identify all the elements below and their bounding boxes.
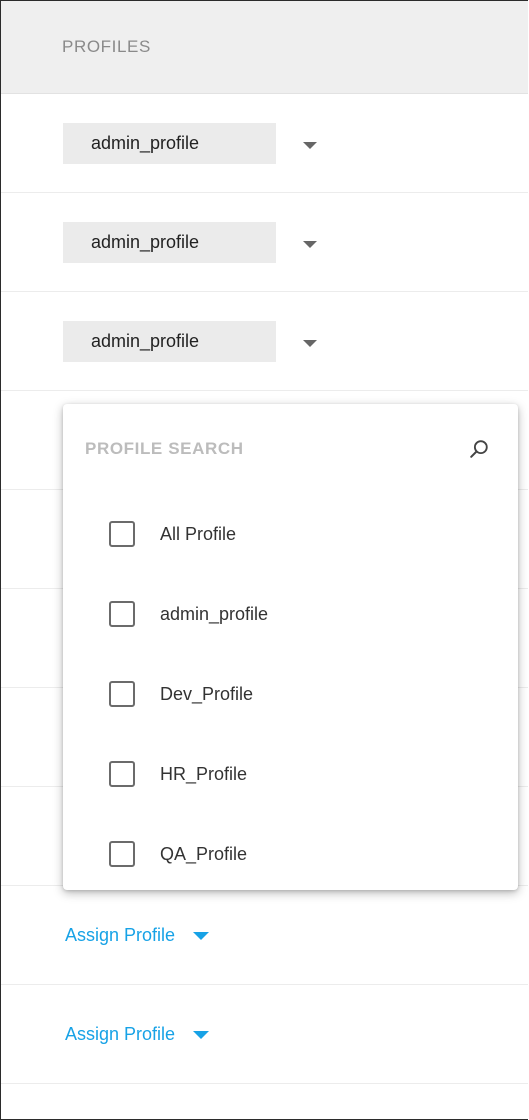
profiles-column-title: PROFILES (62, 37, 151, 56)
profile-row: Assign Profile (1, 985, 528, 1084)
profile-chip[interactable]: admin_profile (63, 320, 276, 362)
chevron-down-icon[interactable] (303, 240, 317, 248)
profile-chip-label: admin_profile (91, 231, 200, 252)
profile-chip-label: admin_profile (91, 330, 200, 351)
profile-option[interactable]: QA_Profile (63, 814, 518, 894)
option-checkbox[interactable] (109, 681, 135, 707)
option-label: QA_Profile (160, 843, 248, 864)
search-icon[interactable] (468, 438, 490, 460)
profile-row: admin_profile (1, 94, 528, 193)
chevron-down-icon[interactable] (193, 932, 210, 940)
chevron-down-icon[interactable] (303, 141, 317, 149)
profiles-header: PROFILES (1, 1, 528, 94)
profile-option[interactable]: admin_profile (63, 574, 518, 654)
profile-row: Assign Profile (1, 886, 528, 985)
option-checkbox[interactable] (109, 601, 135, 627)
chevron-down-icon[interactable] (303, 339, 317, 347)
profile-option[interactable]: HR_Profile (63, 734, 518, 814)
option-label: All Profile (160, 523, 237, 544)
option-checkbox[interactable] (109, 841, 135, 867)
assign-profile-link[interactable]: Assign Profile (65, 925, 175, 946)
profile-chip-label: admin_profile (91, 132, 200, 153)
option-label: admin_profile (160, 603, 269, 624)
chevron-down-icon[interactable] (193, 1031, 210, 1039)
profile-dropdown: All Profile admin_profile Dev_Profile HR… (63, 404, 518, 890)
profiles-panel: PROFILES admin_profile admin_profile adm… (0, 0, 528, 1120)
profile-search-input[interactable] (83, 438, 387, 460)
option-label: Dev_Profile (160, 683, 254, 704)
profile-option[interactable]: All Profile (63, 494, 518, 574)
profile-row: admin_profile (1, 193, 528, 292)
assign-profile-link[interactable]: Assign Profile (65, 1024, 175, 1045)
profile-chip[interactable]: admin_profile (63, 122, 276, 164)
profile-chip[interactable]: admin_profile (63, 221, 276, 263)
profile-search-bar (63, 404, 518, 494)
profile-option[interactable]: Dev_Profile (63, 654, 518, 734)
profile-row: admin_profile (1, 292, 528, 391)
option-label: HR_Profile (160, 763, 248, 784)
option-checkbox[interactable] (109, 521, 135, 547)
option-checkbox[interactable] (109, 761, 135, 787)
